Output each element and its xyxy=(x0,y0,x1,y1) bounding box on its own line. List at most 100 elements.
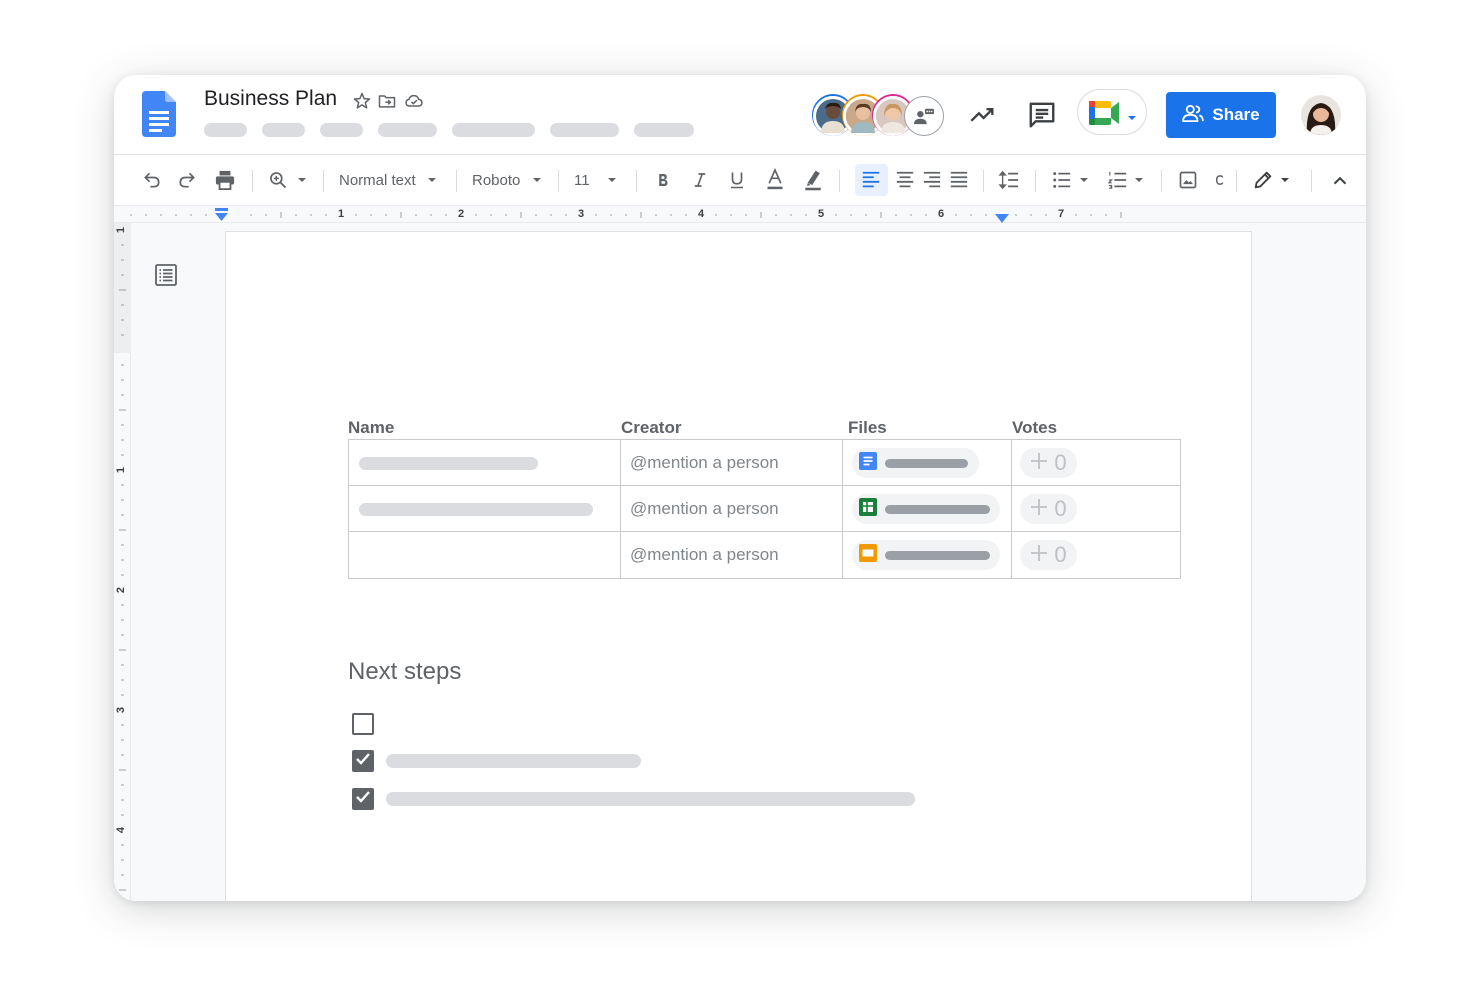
meet-button[interactable] xyxy=(1077,89,1147,135)
share-button[interactable]: Share xyxy=(1166,92,1276,138)
align-center-icon[interactable] xyxy=(894,170,916,190)
ruler-number: 7 xyxy=(1057,208,1065,220)
table-row[interactable]: @mention a person 0 xyxy=(349,486,1180,532)
print-icon[interactable] xyxy=(214,170,236,190)
chevron-down-icon[interactable] xyxy=(1079,170,1089,190)
ruler-number: 5 xyxy=(817,208,825,220)
horizontal-ruler[interactable]: 1 2 3 4 5 6 7 xyxy=(114,205,1366,223)
docs-window: Business Plan Share Normal text Roboto 1… xyxy=(114,75,1366,901)
toolbar-divider xyxy=(983,170,984,192)
comments-icon[interactable] xyxy=(1027,100,1057,135)
ruler-number: 4 xyxy=(697,208,705,220)
line-spacing-icon[interactable] xyxy=(998,170,1020,190)
menu-item-placeholder[interactable] xyxy=(204,123,247,137)
mention-placeholder[interactable]: @mention a person xyxy=(630,499,779,519)
file-name-placeholder xyxy=(885,504,990,514)
check-icon xyxy=(355,790,371,809)
user-avatar[interactable] xyxy=(1301,95,1341,135)
vertical-ruler-number: 2 xyxy=(115,586,128,594)
align-justify-icon[interactable] xyxy=(948,170,970,190)
document-title[interactable]: Business Plan xyxy=(204,87,337,111)
font-family-select[interactable]: Roboto xyxy=(472,170,542,190)
text-color-icon[interactable] xyxy=(765,168,785,190)
menu-item-placeholder[interactable] xyxy=(634,123,694,137)
insert-link-icon[interactable] xyxy=(1214,170,1226,190)
checklist-checkbox[interactable] xyxy=(352,713,374,735)
menu-item-placeholder[interactable] xyxy=(262,123,305,137)
people-icon xyxy=(1182,104,1205,127)
task-text-placeholder xyxy=(386,754,641,768)
vote-chip[interactable]: 0 xyxy=(1020,494,1077,524)
file-chip[interactable] xyxy=(852,448,979,478)
zoom-icon[interactable] xyxy=(268,170,288,190)
highlight-color-icon[interactable] xyxy=(802,170,824,191)
vertical-ruler[interactable]: 1 1 2 3 4 xyxy=(114,223,131,901)
toolbar-divider xyxy=(1236,170,1237,192)
bulleted-list-icon[interactable] xyxy=(1051,170,1073,190)
vote-count: 0 xyxy=(1054,450,1067,475)
vote-chip[interactable]: 0 xyxy=(1020,540,1077,570)
editing-mode-icon[interactable] xyxy=(1252,170,1274,190)
file-chip[interactable] xyxy=(852,494,1000,524)
table-row[interactable]: @mention a person 0 xyxy=(349,532,1180,578)
task-text-placeholder xyxy=(386,792,915,806)
table-header-creator: Creator xyxy=(621,418,682,437)
cloud-saved-icon[interactable] xyxy=(402,91,426,111)
underline-icon[interactable] xyxy=(728,170,746,190)
chevron-up-icon[interactable] xyxy=(1329,170,1351,190)
menu-item-placeholder[interactable] xyxy=(452,123,535,137)
anonymous-viewers-icon[interactable] xyxy=(904,96,944,136)
check-icon xyxy=(355,752,371,771)
vertical-ruler-ticks xyxy=(119,244,126,891)
font-size-value: 11 xyxy=(574,171,590,189)
document-canvas: 1 1 2 3 4 Name Creator Files Votes @ment… xyxy=(114,223,1366,901)
star-icon[interactable] xyxy=(352,91,372,111)
ruler-number: 6 xyxy=(937,208,945,220)
ruler-number: 1 xyxy=(337,208,345,220)
table-row[interactable]: @mention a person 0 xyxy=(349,440,1180,486)
mention-placeholder[interactable]: @mention a person xyxy=(630,545,779,565)
activity-trend-icon[interactable] xyxy=(969,101,997,134)
toolbar-divider xyxy=(323,170,324,192)
move-folder-icon[interactable] xyxy=(376,91,398,111)
share-label: Share xyxy=(1212,105,1260,124)
document-outline-icon[interactable] xyxy=(154,263,178,292)
menu-item-placeholder[interactable] xyxy=(550,123,619,137)
chevron-down-icon xyxy=(607,171,617,189)
plus-icon xyxy=(1030,450,1048,476)
app-header: Business Plan Share xyxy=(114,75,1366,155)
docs-logo-icon[interactable] xyxy=(142,91,176,142)
font-size-select[interactable]: 11 xyxy=(574,170,617,190)
name-placeholder xyxy=(359,457,538,470)
chevron-down-icon[interactable] xyxy=(297,170,307,190)
chevron-down-icon[interactable] xyxy=(1280,170,1290,190)
checklist-checkbox[interactable] xyxy=(352,750,374,772)
formatting-toolbar: Normal text Roboto 11 xyxy=(114,155,1366,205)
paragraph-style-value: Normal text xyxy=(339,171,416,189)
ruler-number: 2 xyxy=(457,208,465,220)
chevron-down-icon[interactable] xyxy=(1134,170,1144,190)
checklist-checkbox[interactable] xyxy=(352,788,374,810)
numbered-list-icon[interactable] xyxy=(1107,170,1129,190)
file-name-placeholder xyxy=(885,550,990,560)
align-left-icon[interactable] xyxy=(860,170,882,190)
toolbar-divider xyxy=(558,170,559,192)
document-page[interactable]: Name Creator Files Votes @mention a pers… xyxy=(225,231,1252,901)
paragraph-style-select[interactable]: Normal text xyxy=(339,170,437,190)
vote-chip[interactable]: 0 xyxy=(1020,448,1077,478)
chevron-down-icon xyxy=(532,171,542,189)
undo-icon[interactable] xyxy=(142,170,162,190)
font-family-value: Roboto xyxy=(472,171,521,189)
sheets-file-icon xyxy=(859,497,877,521)
menu-item-placeholder[interactable] xyxy=(320,123,363,137)
align-right-icon[interactable] xyxy=(921,170,943,190)
bold-icon[interactable] xyxy=(654,170,672,190)
file-chip[interactable] xyxy=(852,540,1000,570)
redo-icon[interactable] xyxy=(177,170,197,190)
vertical-ruler-number: 4 xyxy=(115,826,128,834)
insert-image-icon[interactable] xyxy=(1178,170,1198,190)
toolbar-divider xyxy=(252,170,253,192)
italic-icon[interactable] xyxy=(691,170,709,190)
mention-placeholder[interactable]: @mention a person xyxy=(630,453,779,473)
menu-item-placeholder[interactable] xyxy=(378,123,437,137)
